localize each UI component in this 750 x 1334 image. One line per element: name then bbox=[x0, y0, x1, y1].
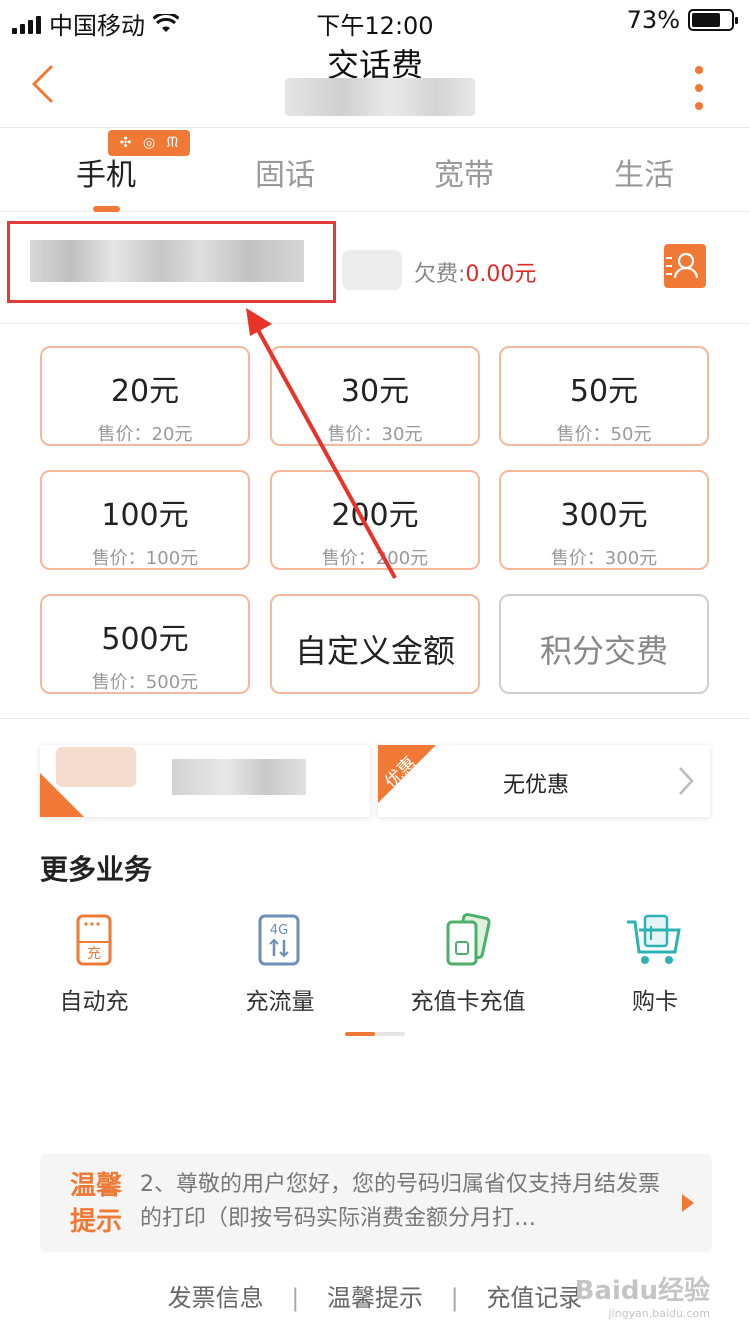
amount-value: 50元 bbox=[569, 374, 639, 409]
dot bbox=[695, 84, 703, 92]
amount-price: 售价：100元 bbox=[91, 548, 199, 569]
nav-bar: 交话费 bbox=[0, 40, 750, 128]
amount-value: 100元 bbox=[101, 498, 189, 533]
contact-icon bbox=[666, 252, 699, 279]
services-page-indicator bbox=[345, 1032, 405, 1036]
telecom-logo-icon: ᙏ bbox=[166, 135, 179, 151]
watermark-logo: Baidu经验 jingyan.baidu.com bbox=[575, 1270, 710, 1320]
tab-broadband[interactable]: 宽带 bbox=[404, 150, 524, 194]
amount-price: 售价：200元 bbox=[321, 548, 429, 569]
recharge-card-icon bbox=[446, 912, 491, 966]
more-services-title: 更多业务 bbox=[40, 853, 153, 886]
amount-price: 售价：300元 bbox=[550, 548, 658, 569]
data-recharge-icon: 4G bbox=[258, 914, 300, 966]
shopping-cart-icon bbox=[627, 914, 681, 964]
auto-recharge-badge: 充 bbox=[87, 946, 101, 962]
auto-recharge-icon: 充 bbox=[76, 914, 112, 966]
carrier-logos-badge: ✣ ◎ ᙏ bbox=[108, 130, 190, 156]
amount-option-500[interactable]: 500元 售价：500元 bbox=[40, 594, 250, 694]
amount-option-50[interactable]: 50元 售价：50元 bbox=[499, 346, 709, 446]
status-bar: 中国移动 下午12:00 73% bbox=[0, 0, 750, 40]
service-data-recharge[interactable]: 4G 充流量 bbox=[200, 912, 360, 1016]
amount-price: 售价：50元 bbox=[556, 424, 652, 445]
amount-option-300[interactable]: 300元 售价：300元 bbox=[499, 470, 709, 570]
dot bbox=[695, 102, 703, 110]
promo-card-left[interactable] bbox=[40, 745, 370, 817]
status-right: 73% bbox=[626, 6, 738, 34]
mobile-logo-icon: ◎ bbox=[142, 135, 156, 151]
tab-landline[interactable]: 固话 bbox=[225, 150, 345, 194]
service-recharge-card[interactable]: 充值卡充值 bbox=[388, 912, 548, 1016]
custom-amount-label: 自定义金额 bbox=[294, 632, 455, 670]
amount-option-200[interactable]: 200元 售价：200元 bbox=[270, 470, 480, 570]
amount-price: 售价：500元 bbox=[91, 672, 199, 693]
tips-title: 温馨提示 bbox=[70, 1171, 123, 1237]
contact-picker-button[interactable] bbox=[664, 244, 706, 288]
amount-value: 20元 bbox=[110, 374, 180, 409]
service-auto-recharge[interactable]: 充 自动充 bbox=[14, 912, 174, 1016]
owed-label: 欠费: bbox=[414, 262, 466, 287]
tips-link[interactable]: 温馨提示 bbox=[327, 1278, 423, 1313]
promo-image-blurred bbox=[56, 747, 136, 787]
tab-life[interactable]: 生活 bbox=[584, 150, 704, 194]
battery-icon bbox=[688, 9, 738, 31]
account-row: 欠费:0.00元 bbox=[0, 212, 750, 324]
points-pay-button[interactable]: 积分交费 bbox=[499, 594, 709, 694]
battery-fill bbox=[692, 13, 720, 27]
service-label: 购卡 bbox=[632, 989, 678, 1015]
unicom-logo-icon: ✣ bbox=[119, 135, 132, 151]
watermark-brand: Baidu经验 bbox=[574, 1276, 710, 1306]
account-subtitle-blurred bbox=[285, 78, 475, 116]
amount-value: 300元 bbox=[560, 498, 648, 533]
discount-value: 无优惠 bbox=[502, 773, 569, 798]
tips-banner[interactable]: 温馨提示 2、尊敬的用户您好，您的号码归属省仅支持月结发票的打印（即按号码实际消… bbox=[40, 1154, 712, 1252]
owed-amount: 0.00元 bbox=[465, 262, 537, 287]
service-label: 充值卡充值 bbox=[410, 989, 526, 1015]
tab-mobile[interactable]: 手机 bbox=[46, 150, 166, 194]
amount-price: 售价：20元 bbox=[97, 424, 193, 445]
category-tabs: 手机 ✣ ◎ ᙏ 固话 宽带 生活 bbox=[0, 128, 750, 212]
owed-fee: 欠费:0.00元 bbox=[414, 256, 536, 288]
recharge-history-link[interactable]: 充值记录 bbox=[486, 1278, 582, 1313]
separator: | bbox=[291, 1284, 300, 1312]
data-recharge-badge: 4G bbox=[270, 923, 288, 938]
battery-percent: 73% bbox=[626, 6, 680, 34]
phone-number-input[interactable] bbox=[30, 240, 304, 282]
amount-option-20[interactable]: 20元 售价：20元 bbox=[40, 346, 250, 446]
service-label: 充流量 bbox=[245, 989, 315, 1015]
active-page-dot bbox=[345, 1032, 375, 1036]
chevron-right-icon bbox=[679, 767, 694, 795]
dot bbox=[695, 66, 703, 74]
amount-value: 30元 bbox=[340, 374, 410, 409]
amount-option-100[interactable]: 100元 售价：100元 bbox=[40, 470, 250, 570]
invoice-info-link[interactable]: 发票信息 bbox=[168, 1278, 264, 1313]
amount-option-30[interactable]: 30元 售价：30元 bbox=[270, 346, 480, 446]
watermark-url: jingyan.baidu.com bbox=[608, 1307, 710, 1320]
service-buy-card[interactable]: 购卡 bbox=[575, 912, 735, 1016]
service-label: 自动充 bbox=[59, 989, 129, 1015]
separator: | bbox=[450, 1284, 459, 1312]
amount-value: 500元 bbox=[101, 622, 189, 657]
promo-text-blurred bbox=[172, 759, 306, 795]
section-divider bbox=[0, 718, 750, 719]
account-name-blurred bbox=[342, 250, 402, 290]
amount-value: 200元 bbox=[331, 498, 419, 533]
play-arrow-icon bbox=[682, 1194, 694, 1212]
tips-text: 2、尊敬的用户您好，您的号码归属省仅支持月结发票的打印（即按号码实际消费金额分月… bbox=[140, 1172, 660, 1231]
points-pay-label: 积分交费 bbox=[539, 632, 668, 670]
amount-price: 售价：30元 bbox=[327, 424, 423, 445]
more-menu-button[interactable] bbox=[692, 66, 706, 110]
custom-amount-button[interactable]: 自定义金额 bbox=[270, 594, 480, 694]
discount-selector[interactable]: 优惠 无优惠 bbox=[378, 745, 710, 817]
